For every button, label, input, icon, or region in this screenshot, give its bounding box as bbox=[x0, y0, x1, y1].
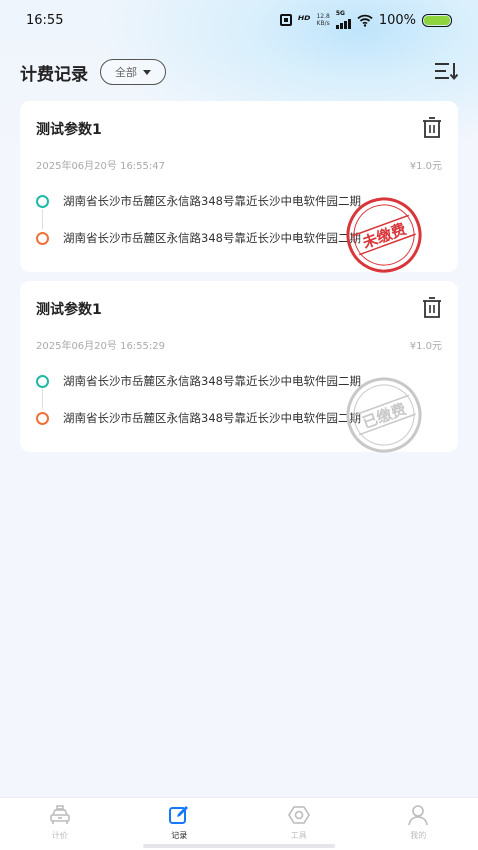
record-title: 测试参数1 bbox=[36, 122, 102, 138]
hd-icon: ᴴᴰ bbox=[297, 13, 311, 27]
record-title: 测试参数1 bbox=[36, 302, 102, 318]
tab-label: 计价 bbox=[51, 831, 68, 840]
page-header: 计费记录 全部 bbox=[0, 55, 478, 89]
wifi-icon bbox=[357, 14, 373, 27]
record-card[interactable]: 测试参数1 2025年06月20号 16:55:47 ¥1.0元 湖南省长沙市岳… bbox=[20, 101, 458, 273]
battery-icon bbox=[422, 13, 452, 27]
record-card[interactable]: 测试参数1 2025年06月20号 16:55:29 ¥1.0元 湖南省长沙市岳… bbox=[20, 281, 458, 453]
battery-text: 100% bbox=[378, 12, 416, 28]
route-end: 湖南省长沙市岳麓区永信路348号靠近长沙中电软件园二期 bbox=[36, 229, 442, 247]
net-speed: 12.8 KB/s bbox=[316, 13, 330, 27]
tab-profile[interactable]: 我的 bbox=[359, 798, 478, 850]
end-address: 湖南省长沙市岳麓区永信路348号靠近长沙中电软件园二期 bbox=[63, 231, 361, 245]
tab-tools[interactable]: 工具 bbox=[239, 798, 359, 850]
signal-icon: 5G bbox=[335, 11, 351, 29]
start-dot-icon bbox=[36, 194, 49, 208]
end-dot-icon bbox=[36, 411, 49, 425]
taxi-icon bbox=[49, 805, 70, 824]
route: 湖南省长沙市岳麓区永信路348号靠近长沙中电软件园二期 湖南省长沙市岳麓区永信路… bbox=[36, 192, 442, 247]
edit-icon bbox=[169, 806, 189, 824]
filter-dropdown[interactable]: 全部 bbox=[100, 59, 166, 85]
route: 湖南省长沙市岳麓区永信路348号靠近长沙中电软件园二期 湖南省长沙市岳麓区永信路… bbox=[36, 372, 442, 427]
home-indicator[interactable] bbox=[143, 844, 335, 848]
page-title: 计费记录 bbox=[20, 64, 88, 85]
route-end: 湖南省长沙市岳麓区永信路348号靠近长沙中电软件园二期 bbox=[36, 409, 442, 427]
route-start: 湖南省长沙市岳麓区永信路348号靠近长沙中电软件园二期 bbox=[36, 192, 442, 210]
end-dot-icon bbox=[36, 231, 49, 245]
filter-label: 全部 bbox=[115, 66, 137, 79]
tab-records[interactable]: 记录 bbox=[120, 798, 240, 850]
tab-label: 记录 bbox=[171, 831, 188, 840]
trash-icon[interactable] bbox=[422, 297, 442, 319]
trash-icon[interactable] bbox=[422, 117, 442, 139]
tab-pricing[interactable]: 计价 bbox=[0, 798, 120, 850]
user-icon bbox=[408, 805, 429, 826]
end-address: 湖南省长沙市岳麓区永信路348号靠近长沙中电软件园二期 bbox=[63, 411, 361, 425]
status-time: 16:55 bbox=[26, 12, 64, 28]
record-datetime: 2025年06月20号 16:55:47 bbox=[36, 161, 165, 172]
bottom-tab-bar: 计价 记录 工具 我的 bbox=[0, 797, 478, 850]
route-start: 湖南省长沙市岳麓区永信路348号靠近长沙中电软件园二期 bbox=[36, 372, 442, 390]
start-address: 湖南省长沙市岳麓区永信路348号靠近长沙中电软件园二期 bbox=[63, 374, 361, 388]
tab-label: 工具 bbox=[290, 831, 307, 840]
tab-label: 我的 bbox=[410, 831, 427, 840]
caret-down-icon bbox=[143, 69, 151, 75]
record-datetime: 2025年06月20号 16:55:29 bbox=[36, 341, 165, 352]
status-bar: 16:55 ᴴᴰ 12.8 KB/s 5G 100% bbox=[0, 0, 478, 40]
start-dot-icon bbox=[36, 374, 49, 388]
record-amount: ¥1.0元 bbox=[409, 341, 442, 352]
sim-icon bbox=[279, 14, 292, 26]
start-address: 湖南省长沙市岳麓区永信路348号靠近长沙中电软件园二期 bbox=[63, 194, 361, 208]
record-amount: ¥1.0元 bbox=[409, 161, 442, 172]
sort-icon[interactable] bbox=[434, 60, 458, 82]
gear-icon bbox=[287, 806, 310, 824]
